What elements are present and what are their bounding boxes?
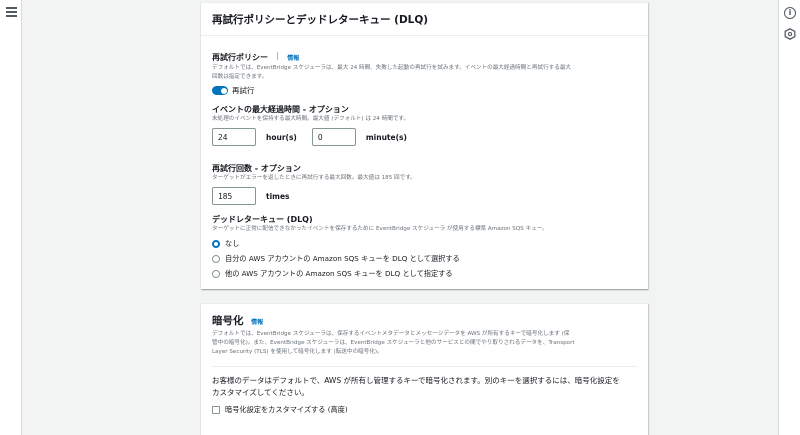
hamburger-icon[interactable] [6,7,17,19]
retry-policy-description-2: 回数は指定できます。 [212,74,268,80]
max-age-description: 未処理のイベントを保持する最大時間。最大値 (デフォルト) は 24 時間です。 [212,116,410,122]
right-rail: i [778,0,800,435]
dlq-option-none[interactable]: なし [212,238,637,249]
encryption-note-1: お客様のデータはデフォルトで、AWS が所有し管理するキーで暗号化されます。別の… [212,376,620,385]
panel-title: 再試行ポリシーとデッドレターキュー (DLQ) [201,3,648,36]
radio-button[interactable] [212,254,220,263]
retry-policy-description-1: デフォルトでは、EventBridge スケジューラは、最大 24 時間、失敗し… [212,65,572,71]
radio-label: 自分の AWS アカウントの Amazon SQS キューを DLQ として選択… [225,253,460,263]
left-rail [0,0,22,435]
encryption-title: 暗号化 [212,315,244,327]
retry-policy-info-link[interactable]: 情報 [287,55,299,62]
dlq-option-other-account[interactable]: 他の AWS アカウントの Amazon SQS キューを DLQ として指定す… [212,268,637,279]
hours-unit: hour(s) [266,132,297,142]
retry-dlq-panel: 再試行ポリシーとデッドレターキュー (DLQ) 再試行ポリシー 情報 デフォルト… [201,2,648,289]
encryption-info-link[interactable]: 情報 [251,319,263,326]
hexagon-icon[interactable] [784,28,796,40]
max-age-label: イベントの最大経過時間 - オプション [212,105,349,114]
minutes-input[interactable] [311,128,356,146]
customize-encryption-checkbox[interactable] [212,405,220,414]
retry-toggle[interactable] [212,86,228,95]
retry-attempts-description: ターゲットがエラーを返したときに再試行する最大回数。最大値は 185 回です。 [212,175,416,181]
hours-input[interactable] [212,128,256,146]
minutes-unit: minute(s) [365,132,407,142]
encryption-description-2: 管中の暗号化)。また、EventBridge スケジューラは、EventBrid… [212,340,575,346]
radio-label: 他の AWS アカウントの Amazon SQS キューを DLQ として指定す… [225,268,453,278]
encryption-note-2: カスタマイズしてください。 [212,388,309,397]
divider [212,366,637,367]
retry-policy-label: 再試行ポリシー [212,53,268,62]
radio-label: なし [225,238,240,248]
encryption-description-1: デフォルトでは、EventBridge スケジューラは、保存するイベントメタデー… [212,331,570,337]
customize-encryption-row[interactable]: 暗号化設定をカスタマイズする (高度) [212,404,637,415]
retry-attempts-input[interactable] [212,187,256,205]
encryption-panel: 暗号化 情報 デフォルトでは、EventBridge スケジューラは、保存するイ… [201,303,648,435]
info-icon[interactable]: i [784,7,796,19]
dlq-option-own-account[interactable]: 自分の AWS アカウントの Amazon SQS キューを DLQ として選択… [212,253,637,264]
retry-toggle-label: 再試行 [232,86,255,95]
customize-encryption-label: 暗号化設定をカスタマイズする (高度) [225,404,348,414]
encryption-description-3: Layer Security (TLS) を使用して暗号化します (転送中の暗号… [212,349,383,355]
radio-button[interactable] [212,239,220,248]
dlq-label: デッドレターキュー (DLQ) [212,215,313,224]
radio-button[interactable] [212,269,220,278]
encryption-title-row: 暗号化 情報 [201,304,648,328]
retry-attempts-unit: times [266,191,290,201]
retry-attempts-label: 再試行回数 - オプション [212,164,301,173]
info-separator [277,51,279,60]
dlq-description: ターゲットに正常に配信できなかったイベントを保存するために EventBridg… [212,226,548,232]
